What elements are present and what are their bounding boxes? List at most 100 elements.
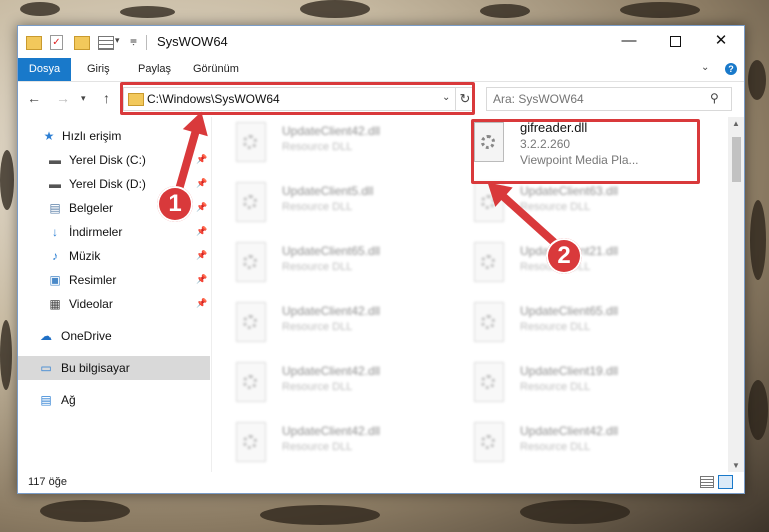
up-arrow-icon[interactable]: ↑: [103, 90, 110, 106]
details-view-icon[interactable]: [700, 476, 714, 488]
file-type: Resource DLL: [520, 381, 591, 393]
scroll-down-icon[interactable]: ▼: [732, 461, 740, 470]
sidebar-item-onedrive[interactable]: ☁ OneDrive: [18, 324, 210, 348]
pin-icon[interactable]: 📌: [196, 154, 207, 165]
file-item[interactable]: UpdateClient19.dll Resource DLL: [450, 357, 680, 407]
file-item[interactable]: UpdateClient42.dll Resource DLL: [212, 357, 442, 407]
drive-icon: ▬: [49, 153, 61, 167]
file-type: Resource DLL: [282, 321, 353, 333]
file-type: Resource DLL: [282, 261, 353, 273]
recent-locations-icon[interactable]: ▾: [81, 93, 86, 104]
file-type: Resource DLL: [282, 201, 353, 213]
sidebar-item-label: Belgeler: [69, 201, 114, 215]
maximize-icon: [669, 35, 681, 47]
pin-icon[interactable]: 📌: [196, 298, 207, 309]
sidebar-item-label: Yerel Disk (C:): [69, 153, 146, 167]
pin-icon[interactable]: 📌: [196, 274, 207, 285]
customize-toolbar-icon[interactable]: ⩦: [130, 33, 137, 49]
file-name: UpdateClient65.dll: [282, 244, 381, 258]
dll-file-icon: [236, 302, 266, 342]
dll-file-icon: [474, 242, 504, 282]
dll-file-icon: [474, 422, 504, 462]
dll-file-icon: [236, 182, 266, 222]
scroll-up-icon[interactable]: ▲: [732, 119, 740, 128]
divider: [146, 35, 147, 50]
large-icons-view-icon[interactable]: [718, 475, 733, 489]
vertical-scrollbar[interactable]: ▲ ▼: [728, 117, 744, 472]
file-type: Resource DLL: [520, 201, 591, 213]
maximize-button[interactable]: [652, 26, 698, 56]
pin-icon[interactable]: 📌: [196, 178, 207, 189]
file-name: UpdateClient63.dll: [520, 184, 619, 198]
sidebar-item-label: Hızlı erişim: [62, 129, 122, 143]
pictures-icon: ▣: [49, 273, 61, 287]
network-icon: ▤: [40, 393, 52, 407]
dll-file-icon: [236, 362, 266, 402]
file-name: UpdateClient42.dll: [520, 424, 619, 438]
sidebar-item-this-pc[interactable]: ▭ Bu bilgisayar: [18, 356, 210, 380]
dll-file-icon: [236, 422, 266, 462]
minimize-button[interactable]: —: [606, 26, 652, 56]
forward-arrow-icon[interactable]: →: [56, 90, 70, 106]
expand-ribbon-icon[interactable]: ⌄: [701, 62, 709, 73]
file-item[interactable]: UpdateClient42.dll Resource DLL: [212, 297, 442, 347]
tab-share[interactable]: Paylaş: [138, 58, 171, 81]
chevron-down-icon[interactable]: ▾: [115, 35, 120, 51]
search-input[interactable]: [491, 91, 705, 107]
step-2-badge: 2: [546, 238, 582, 274]
file-name: UpdateClient42.dll: [282, 424, 381, 438]
file-name: UpdateClient5.dll: [282, 184, 374, 198]
window-title: SysWOW64: [157, 34, 228, 49]
tab-view[interactable]: Görünüm: [193, 58, 239, 81]
file-item[interactable]: UpdateClient5.dll Resource DLL: [212, 177, 442, 227]
sidebar-item-label: OneDrive: [61, 329, 112, 343]
item-count: 117 öğe: [28, 476, 67, 488]
file-type: Resource DLL: [520, 321, 591, 333]
file-type: Resource DLL: [282, 141, 353, 153]
computer-icon: ▭: [40, 361, 52, 375]
dll-file-icon: [236, 242, 266, 282]
scroll-thumb[interactable]: [732, 137, 741, 182]
sidebar-item-label: Müzik: [69, 249, 101, 263]
sidebar-item-music[interactable]: ♪ Müzik 📌: [18, 244, 210, 268]
file-item[interactable]: UpdateClient42.dll Resource DLL: [212, 417, 442, 467]
file-type: Resource DLL: [520, 441, 591, 453]
search-icon[interactable]: ⚲: [710, 91, 719, 105]
search-box[interactable]: ⚲: [486, 87, 732, 111]
step-1-badge: 1: [157, 186, 193, 222]
tab-home[interactable]: Giriş: [87, 58, 110, 81]
help-icon[interactable]: ?: [725, 63, 737, 75]
sidebar-item-quick-access[interactable]: ★ Hızlı erişim: [18, 124, 210, 148]
dll-file-icon: [236, 122, 266, 162]
sidebar-item-label: Ağ: [61, 393, 76, 407]
pin-icon[interactable]: 📌: [196, 202, 207, 213]
sidebar-item-pictures[interactable]: ▣ Resimler 📌: [18, 268, 210, 292]
new-folder-icon[interactable]: [74, 36, 90, 50]
sidebar-item-label: Bu bilgisayar: [61, 361, 130, 375]
properties-check-icon[interactable]: ✓: [50, 35, 63, 50]
file-item[interactable]: UpdateClient42.dll Resource DLL: [450, 417, 680, 467]
sidebar-item-network[interactable]: ▤ Ağ: [18, 388, 210, 412]
file-type: Resource DLL: [282, 381, 353, 393]
downloads-icon: ↓: [52, 225, 58, 239]
file-name: UpdateClient42.dll: [282, 124, 381, 138]
documents-icon: ▤: [49, 201, 61, 215]
sidebar-item-label: Yerel Disk (D:): [69, 177, 146, 191]
file-name: UpdateClient42.dll: [282, 364, 381, 378]
view-icon[interactable]: [98, 36, 114, 50]
pin-icon[interactable]: 📌: [196, 250, 207, 261]
close-button[interactable]: ✕: [698, 26, 744, 56]
file-item[interactable]: UpdateClient42.dll Resource DLL: [212, 117, 442, 167]
file-item[interactable]: UpdateClient65.dll Resource DLL: [450, 297, 680, 347]
sidebar-item-downloads[interactable]: ↓ İndirmeler 📌: [18, 220, 210, 244]
status-bar: 117 öğe: [18, 472, 744, 493]
file-name: UpdateClient65.dll: [520, 304, 619, 318]
sidebar-item-videos[interactable]: ▦ Videolar 📌: [18, 292, 210, 316]
sidebar-item-label: İndirmeler: [69, 225, 123, 239]
videos-icon: ▦: [49, 297, 61, 311]
pin-icon[interactable]: 📌: [196, 226, 207, 237]
back-arrow-icon[interactable]: ←: [27, 90, 41, 106]
file-item[interactable]: UpdateClient65.dll Resource DLL: [212, 237, 442, 287]
tab-file[interactable]: Dosya: [18, 58, 71, 81]
folder-icon[interactable]: [26, 36, 42, 50]
